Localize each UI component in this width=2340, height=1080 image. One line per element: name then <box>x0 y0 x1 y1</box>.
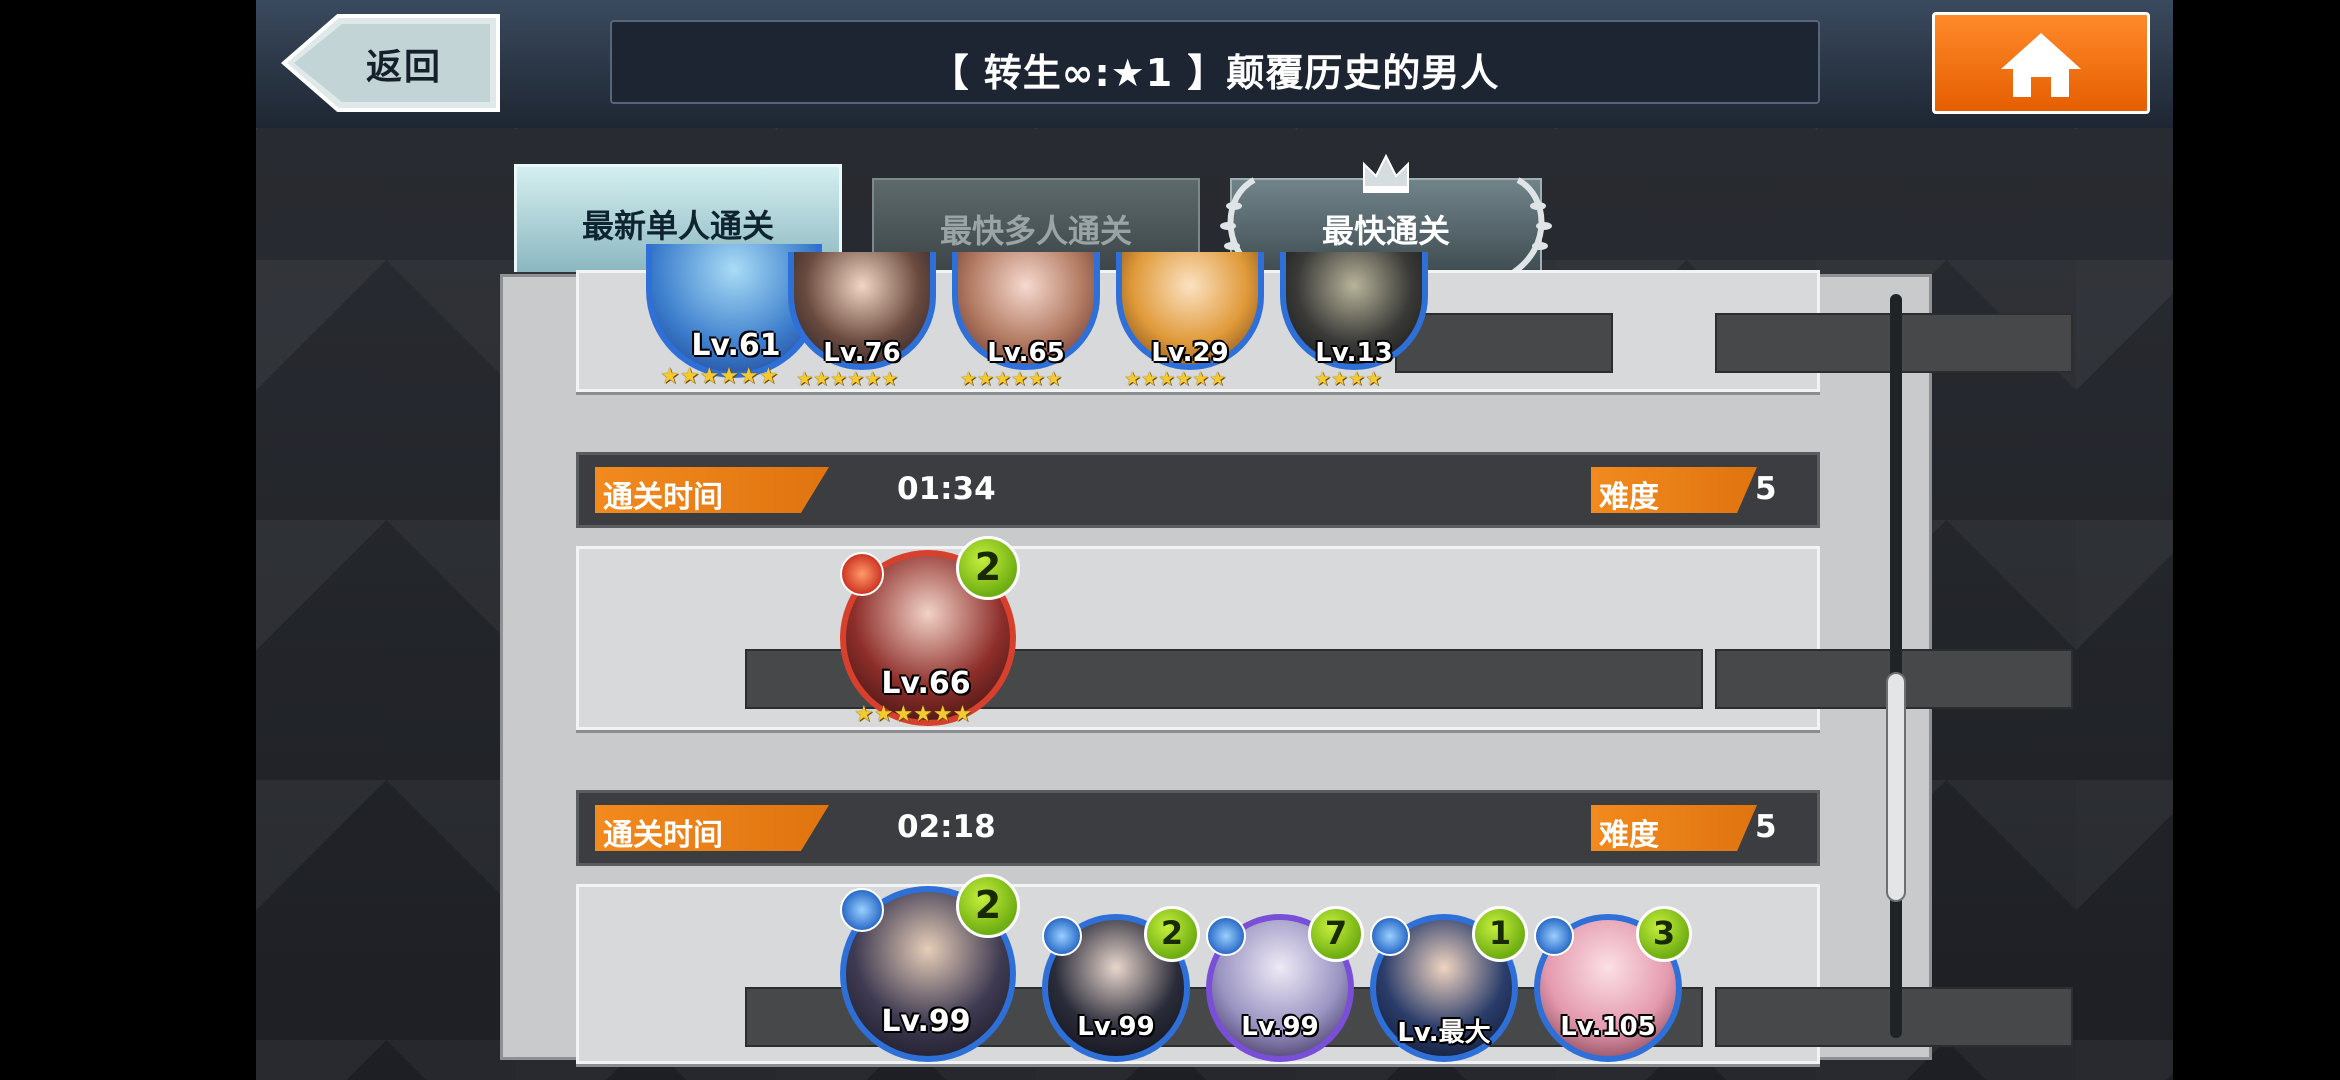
tab-latest-solo-label: 最新单人通关 <box>581 207 774 245</box>
awaken-badge: 2 <box>956 536 1020 600</box>
party-member-level: Lv.13 <box>1315 338 1393 368</box>
water-icon <box>1206 916 1246 956</box>
home-icon <box>2001 33 2081 97</box>
clear-time-tag: 通关时间 <box>595 805 829 851</box>
party-member-level: Lv.76 <box>823 338 901 368</box>
clear-time-value: 02:18 <box>897 809 996 845</box>
water-icon <box>1534 916 1574 956</box>
difficulty-tag: 难度 <box>1591 467 1757 513</box>
scrollbar-thumb[interactable] <box>1886 672 1906 902</box>
awaken-badge: 2 <box>956 874 1020 938</box>
party-member-stars: ★★★★ <box>1314 368 1383 390</box>
party-member-stars: ★★★★★★ <box>854 702 973 727</box>
record-2-header: 通关时间 01:34 难度 5 <box>576 452 1820 528</box>
scrollbar-track[interactable] <box>1890 294 1902 1038</box>
party-member-stars: ★★★★★★ <box>1124 368 1227 390</box>
party-member-stars: ★★★★★★ <box>796 368 899 390</box>
difficulty-value: 5 <box>1755 809 1777 845</box>
difficulty-label: 难度 <box>1599 480 1659 515</box>
clear-time-label: 通关时间 <box>603 818 723 853</box>
awaken-badge: 2 <box>1144 906 1200 962</box>
fire-icon <box>840 552 884 596</box>
party-member-level: Lv.66 <box>881 666 971 701</box>
party-member-level: Lv.99 <box>1241 1012 1319 1042</box>
water-icon <box>1370 916 1410 956</box>
tab-fastest-multi-label: 最快多人通关 <box>939 212 1132 250</box>
party-member-level: Lv.105 <box>1560 1012 1656 1042</box>
party-member-level: Lv.99 <box>1077 1012 1155 1042</box>
awaken-badge: 3 <box>1636 906 1692 962</box>
difficulty-value: 5 <box>1755 471 1777 507</box>
empty-party-slot <box>1395 313 1613 373</box>
record-2-party-card <box>576 546 2073 730</box>
party-member-stars: ★★★★★★ <box>960 368 1063 390</box>
party-member-stars: ★★★★★★ <box>660 364 779 389</box>
crown-icon <box>1363 153 1409 193</box>
clear-time-value: 01:34 <box>897 471 996 507</box>
water-icon <box>1042 916 1082 956</box>
water-icon <box>840 888 884 932</box>
clear-time-label: 通关时间 <box>603 480 723 515</box>
party-member-level: Lv.99 <box>881 1004 971 1039</box>
home-button[interactable] <box>1932 12 2150 114</box>
game-screen: 返回 【 转生∞:★1 】颠覆历史的男人 最新单人通关 最快多人通关 最快通关 <box>256 0 2173 1080</box>
clear-time-tag: 通关时间 <box>595 467 829 513</box>
title-bar: 【 转生∞:★1 】颠覆历史的男人 <box>610 20 1820 104</box>
back-button-label: 返回 <box>366 47 443 88</box>
party-member-level: Lv.29 <box>1151 338 1229 368</box>
awaken-badge: 7 <box>1308 906 1364 962</box>
laurel-right-icon <box>1512 177 1552 275</box>
awaken-badge: 1 <box>1472 906 1528 962</box>
difficulty-tag: 难度 <box>1591 805 1757 851</box>
back-button[interactable]: 返回 <box>280 12 502 114</box>
party-member-level: Lv.61 <box>691 328 781 363</box>
record-3-header: 通关时间 02:18 难度 5 <box>576 790 1820 866</box>
party-member-level: Lv.最大 <box>1397 1018 1491 1048</box>
party-member-level: Lv.65 <box>987 338 1065 368</box>
page-title: 【 转生∞:★1 】颠覆历史的男人 <box>930 51 1500 95</box>
difficulty-label: 难度 <box>1599 818 1659 853</box>
tab-fastest-clear-label: 最快通关 <box>1321 212 1450 250</box>
